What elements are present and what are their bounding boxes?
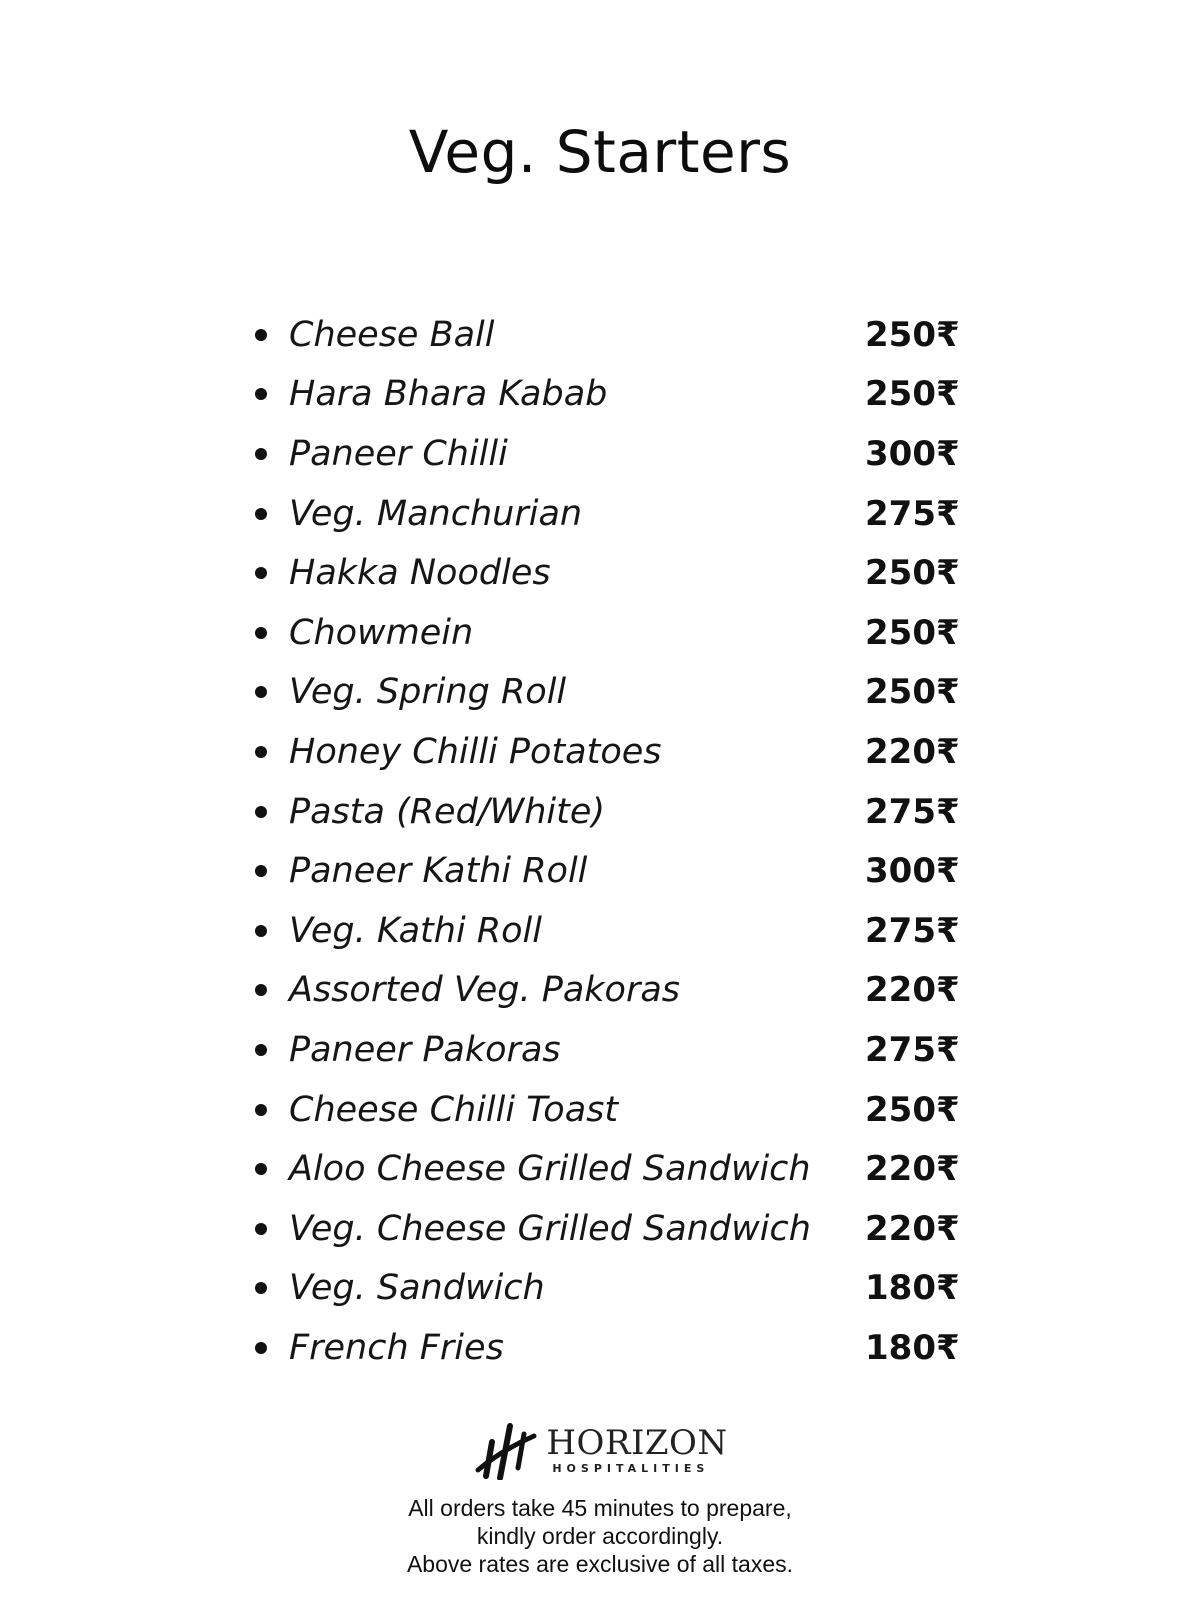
menu-item: Hakka Noodles 250₹: [255, 543, 975, 603]
bullet-icon: [255, 1222, 267, 1235]
menu-item-name: Assorted Veg. Pakoras: [289, 970, 681, 1011]
menu-item: Chowmein 250₹: [255, 603, 975, 663]
bullet-icon: [255, 507, 267, 520]
bullet-icon: [255, 865, 267, 878]
menu-item-name: Hara Bhara Kabab: [289, 374, 608, 415]
menu-item: Hara Bhara Kabab 250₹: [255, 365, 975, 425]
menu-item: Veg. Spring Roll 250₹: [255, 663, 975, 723]
menu-item-name: French Fries: [289, 1327, 504, 1368]
menu-item-price: 180₹: [865, 1268, 960, 1309]
footer-notes: All orders take 45 minutes to prepare, k…: [0, 1494, 1200, 1578]
menu-item: Veg. Manchurian 275₹: [255, 484, 975, 544]
menu-item-name: Aloo Cheese Grilled Sandwich: [289, 1149, 811, 1190]
menu-item-price: 300₹: [865, 851, 960, 892]
bullet-icon: [255, 567, 267, 580]
footer: HORIZON HOSPITALITIES All orders take 45…: [0, 1420, 1200, 1578]
menu-item-name: Pasta (Red/White): [289, 791, 606, 832]
menu-item-name: Paneer Pakoras: [289, 1029, 561, 1070]
menu-item-name: Paneer Chilli: [289, 433, 508, 474]
menu-item-name: Paneer Kathi Roll: [289, 851, 588, 892]
brand-logo: HORIZON HOSPITALITIES: [472, 1420, 727, 1480]
menu-item-price: 220₹: [865, 1208, 960, 1249]
bullet-icon: [255, 745, 267, 758]
bullet-icon: [255, 626, 267, 639]
logo-brand-name: HORIZON: [546, 1422, 728, 1463]
footer-note: Above rates are exclusive of all taxes.: [406, 1551, 794, 1577]
menu-item: Assorted Veg. Pakoras 220₹: [255, 961, 975, 1021]
horizon-hh-logo-icon: [472, 1420, 540, 1480]
menu-item: Veg. Cheese Grilled Sandwich 220₹: [255, 1199, 975, 1259]
menu-item-price: 275₹: [865, 791, 960, 832]
menu-item-name: Veg. Kathi Roll: [289, 910, 542, 951]
menu-item-name: Veg. Cheese Grilled Sandwich: [289, 1208, 811, 1249]
menu-item-price: 250₹: [865, 672, 960, 713]
menu-item-name: Hakka Noodles: [289, 553, 551, 594]
bullet-icon: [255, 328, 267, 341]
menu-item-price: 250₹: [865, 314, 960, 355]
menu-item-name: Honey Chilli Potatoes: [289, 731, 662, 772]
menu-item: Pasta (Red/White) 275₹: [255, 782, 975, 842]
menu-item: Honey Chilli Potatoes 220₹: [255, 722, 975, 782]
menu-item: Veg. Sandwich 180₹: [255, 1259, 975, 1319]
bullet-icon: [255, 1163, 267, 1176]
footer-note: All orders take 45 minutes to prepare,: [408, 1495, 792, 1521]
bullet-icon: [255, 447, 267, 460]
menu-item-price: 275₹: [865, 493, 960, 534]
menu-item: Paneer Kathi Roll 300₹: [255, 841, 975, 901]
menu-list: Cheese Ball 250₹ Hara Bhara Kabab 250₹ Panee…: [255, 305, 975, 1378]
bullet-icon: [255, 805, 267, 818]
menu-item: French Fries 180₹: [255, 1318, 975, 1378]
logo-brand-subtitle: HOSPITALITIES: [552, 1461, 710, 1475]
menu-item-price: 250₹: [865, 1089, 960, 1130]
menu-item-price: 250₹: [865, 374, 960, 415]
menu-item: Aloo Cheese Grilled Sandwich 220₹: [255, 1139, 975, 1199]
bullet-icon: [255, 984, 267, 997]
bullet-icon: [255, 388, 267, 401]
menu-item-price: 180₹: [865, 1327, 960, 1368]
menu-item-price: 250₹: [865, 553, 960, 594]
menu-item-price: 220₹: [865, 1149, 960, 1190]
menu-item: Paneer Pakoras 275₹: [255, 1020, 975, 1080]
bullet-icon: [255, 924, 267, 937]
menu-item-price: 275₹: [865, 1029, 960, 1070]
menu-item-price: 250₹: [865, 612, 960, 653]
menu-item: Veg. Kathi Roll 275₹: [255, 901, 975, 961]
menu-item-name: Cheese Chilli Toast: [289, 1089, 619, 1130]
menu-item-name: Veg. Sandwich: [289, 1268, 545, 1309]
menu-item-price: 275₹: [865, 910, 960, 951]
bullet-icon: [255, 1043, 267, 1056]
menu-item-name: Chowmein: [289, 612, 474, 653]
menu-item-name: Veg. Spring Roll: [289, 672, 567, 713]
page-title: Veg. Starters: [408, 118, 792, 186]
menu-item: Paneer Chilli 300₹: [255, 424, 975, 484]
menu-item-price: 220₹: [865, 970, 960, 1011]
bullet-icon: [255, 1282, 267, 1295]
bullet-icon: [255, 1103, 267, 1116]
menu-item-name: Veg. Manchurian: [289, 493, 583, 534]
bullet-icon: [255, 686, 267, 699]
menu-item-price: 220₹: [865, 731, 960, 772]
menu-item-name: Cheese Ball: [289, 314, 495, 355]
footer-note: kindly order accordingly.: [476, 1523, 724, 1549]
menu-item: Cheese Ball 250₹: [255, 305, 975, 365]
bullet-icon: [255, 1341, 267, 1354]
menu-item: Cheese Chilli Toast 250₹: [255, 1080, 975, 1140]
menu-item-price: 300₹: [865, 433, 960, 474]
